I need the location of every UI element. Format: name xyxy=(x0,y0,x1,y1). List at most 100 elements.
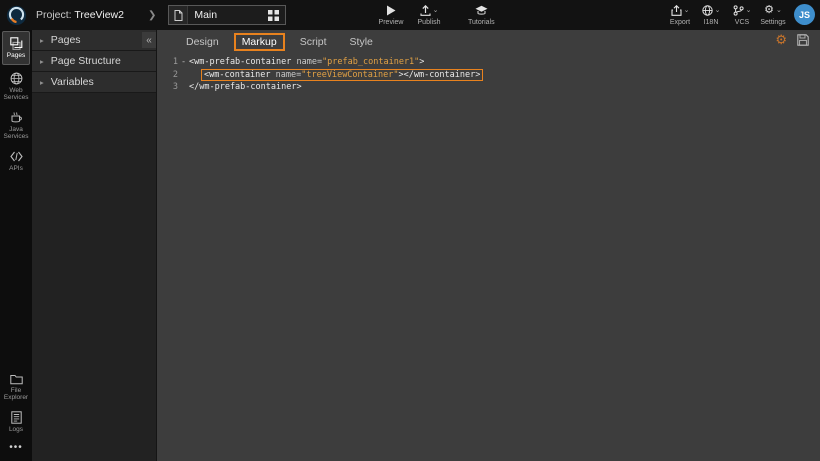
topbar-center-actions: Preview ⌄ Publish Tutorial xyxy=(378,0,495,30)
export-icon xyxy=(671,5,682,16)
i18n-label: I18N xyxy=(704,19,719,26)
line-number: 2 xyxy=(158,70,178,80)
code-line: 1 - <wm-prefab-container name="prefab_co… xyxy=(158,56,820,69)
code-token: <wm-prefab-container xyxy=(189,57,296,67)
sidebar-item-pages[interactable]: Pages xyxy=(2,31,30,65)
settings-button[interactable]: ⚙ ⌄ Settings xyxy=(759,0,787,30)
chevron-right-icon: ❯ xyxy=(148,10,156,21)
preview-label: Preview xyxy=(379,19,404,26)
upload-icon xyxy=(420,5,431,16)
save-icon[interactable] xyxy=(797,34,809,46)
user-avatar[interactable]: JS xyxy=(794,4,815,25)
code-token: "prefab_container1" xyxy=(322,57,419,67)
line-number: 1 xyxy=(158,57,178,67)
editor-actions: ⚙ xyxy=(775,33,809,46)
sidebar-item-java-services[interactable]: Java Services xyxy=(0,106,32,145)
code-token: name= xyxy=(276,70,302,80)
logs-icon xyxy=(11,411,22,424)
section-label: Pages xyxy=(51,34,81,46)
tab-style[interactable]: Style xyxy=(342,33,381,51)
rail-label: Logs xyxy=(9,426,23,434)
rail-label: APIs xyxy=(9,165,23,173)
caret-right-icon: ▸ xyxy=(40,57,44,66)
code-token: </wm-prefab-container> xyxy=(189,82,302,92)
section-variables[interactable]: ▸ Variables xyxy=(32,72,156,93)
sidebar-item-apis[interactable]: APIs xyxy=(0,145,32,177)
page-selector-value: Main xyxy=(188,9,261,21)
pages-panel: ▸ Pages « ▸ Page Structure ▸ Variables xyxy=(32,30,157,461)
topbar-left-group: Project: TreeView2 ❯ Main xyxy=(6,0,286,30)
tab-markup[interactable]: Markup xyxy=(234,33,285,51)
gear-icon: ⚙ xyxy=(764,5,774,16)
rail-spacer xyxy=(0,176,32,368)
code-text: <wm-prefab-container name="prefab_contai… xyxy=(189,57,424,67)
sidebar-item-web-services[interactable]: Web Services xyxy=(0,67,32,106)
project-label: Project: xyxy=(36,9,72,21)
tab-script[interactable]: Script xyxy=(292,33,335,51)
chevron-down-icon: ⌄ xyxy=(433,7,439,14)
rail-label: Web Services xyxy=(1,87,31,102)
publish-button[interactable]: ⌄ Publish xyxy=(416,0,442,26)
editor-area: Design Markup Script Style ⚙ 1 - <wm-pre… xyxy=(158,30,820,461)
top-bar: Project: TreeView2 ❯ Main Preview xyxy=(0,0,820,30)
publish-label: Publish xyxy=(418,19,441,26)
chevron-down-icon: ⌄ xyxy=(715,7,721,14)
gear-icon[interactable]: ⚙ xyxy=(775,33,787,46)
topbar-right-actions: ⌄ Export ⌄ I18N xyxy=(666,0,787,30)
code-line: 3 </wm-prefab-container> xyxy=(158,81,820,94)
tab-design[interactable]: Design xyxy=(178,33,227,51)
page-icon xyxy=(169,6,188,24)
file-explorer-icon xyxy=(10,373,23,385)
java-services-icon xyxy=(10,111,23,124)
editor-tab-bar: Design Markup Script Style ⚙ xyxy=(158,30,820,53)
markup-code-editor[interactable]: 1 - <wm-prefab-container name="prefab_co… xyxy=(158,56,820,94)
project-name: TreeView2 xyxy=(74,9,124,21)
sidebar-item-file-explorer[interactable]: File Explorer xyxy=(0,368,32,406)
code-token: name= xyxy=(296,57,322,67)
sidebar-item-logs[interactable]: Logs xyxy=(0,406,32,438)
code-text: </wm-prefab-container> xyxy=(189,82,302,92)
more-options-icon[interactable]: ••• xyxy=(0,437,32,461)
pages-icon xyxy=(10,37,23,50)
section-page-structure[interactable]: ▸ Page Structure xyxy=(32,51,156,72)
play-icon xyxy=(386,4,396,17)
page-selector[interactable]: Main xyxy=(168,5,286,25)
export-button[interactable]: ⌄ Export xyxy=(666,0,694,30)
project-breadcrumb: Project: TreeView2 xyxy=(36,9,124,21)
collapse-panel-icon[interactable]: « xyxy=(142,32,156,48)
graduation-cap-icon xyxy=(475,4,488,17)
section-label: Page Structure xyxy=(51,55,121,67)
preview-button[interactable]: Preview xyxy=(378,0,404,26)
code-line-highlighted: 2 <wm-container name="treeViewContainer"… xyxy=(158,69,820,82)
settings-label: Settings xyxy=(760,19,785,26)
selected-element-highlight: <wm-container name="treeViewContainer"><… xyxy=(201,69,483,81)
rail-label: Java Services xyxy=(1,126,31,141)
grid-icon[interactable] xyxy=(261,6,285,24)
code-token: "treeViewContainer" xyxy=(301,70,398,80)
vcs-label: VCS xyxy=(735,19,749,26)
section-pages[interactable]: ▸ Pages « xyxy=(32,30,156,51)
left-rail: Pages Web Services Java Services APIs Fi… xyxy=(0,30,32,461)
chevron-down-icon: ⌄ xyxy=(776,7,782,14)
web-services-icon xyxy=(10,72,23,85)
fold-marker-icon[interactable]: - xyxy=(178,57,189,67)
caret-right-icon: ▸ xyxy=(40,78,44,87)
vcs-button[interactable]: ⌄ VCS xyxy=(728,0,756,30)
export-label: Export xyxy=(670,19,690,26)
globe-icon xyxy=(702,5,713,16)
code-token: > xyxy=(419,57,424,67)
rail-label: File Explorer xyxy=(1,387,31,402)
i18n-button[interactable]: ⌄ I18N xyxy=(697,0,725,30)
apis-icon xyxy=(10,150,23,163)
tutorials-label: Tutorials xyxy=(468,19,495,26)
wavemaker-logo-icon[interactable] xyxy=(6,5,27,26)
caret-right-icon: ▸ xyxy=(40,36,44,45)
chevron-down-icon: ⌄ xyxy=(684,7,690,14)
branch-icon xyxy=(733,5,744,16)
code-token: <wm-container xyxy=(204,70,276,80)
rail-label: Pages xyxy=(7,52,25,60)
line-number: 3 xyxy=(158,82,178,92)
chevron-down-icon: ⌄ xyxy=(746,7,752,14)
code-token: ></wm-container> xyxy=(398,70,480,80)
tutorials-button[interactable]: Tutorials xyxy=(468,0,495,26)
